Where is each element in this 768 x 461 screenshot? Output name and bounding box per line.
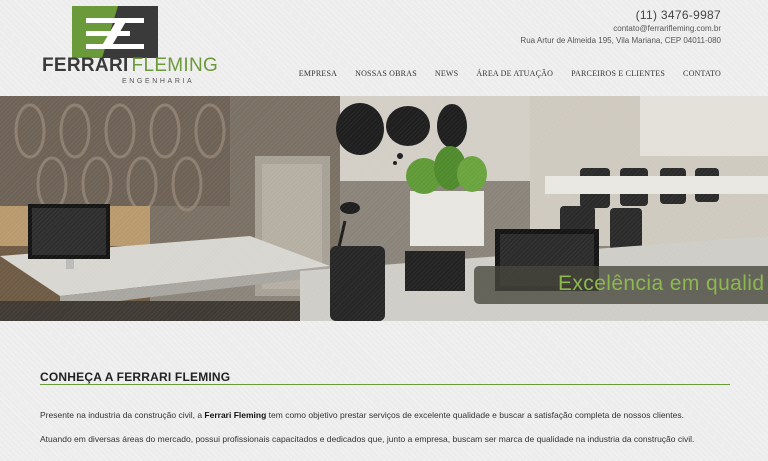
about-divider <box>40 384 730 385</box>
nav-item-news[interactable]: NEWS <box>435 69 458 78</box>
hero-banner[interactable]: Excelência em qualid <box>0 96 768 321</box>
address-text: Rua Artur de Almeida 195, Vila Mariana, … <box>520 36 721 45</box>
about-p1-brand: Ferrari Fleming <box>204 410 267 420</box>
nav-item-nossas-obras[interactable]: NOSSAS OBRAS <box>355 69 417 78</box>
logo-subtitle: ENGENHARIA <box>122 78 195 85</box>
nav-item-parceiros-e-clientes[interactable]: PARCEIROS E CLIENTES <box>571 69 665 78</box>
contact-info: (11) 3476-9987 contato@ferrarifleming.co… <box>520 8 721 47</box>
nav-item-contato[interactable]: CONTATO <box>683 69 721 78</box>
about-p1-start: Presente na industria da construção civi… <box>40 410 205 420</box>
nav-item-empresa[interactable]: EMPRESA <box>299 69 337 78</box>
phone-number[interactable]: (11) 3476-9987 <box>520 8 721 23</box>
logo-wordmark: FERRARI FLEMING <box>42 56 218 76</box>
about-section: CONHEÇA A FERRARI FLEMING Presente na in… <box>0 321 768 461</box>
logo-mark-icon <box>72 6 158 58</box>
about-paragraph-1: Presente na industria da construção civi… <box>40 410 684 420</box>
nav-item-area-de-atuacao[interactable]: ÁREA DE ATUAÇÃO <box>476 69 553 78</box>
about-title: CONHEÇA A FERRARI FLEMING <box>40 370 231 384</box>
email-link[interactable]: contato@ferrarifleming.com.br <box>520 23 721 35</box>
site-header: FERRARI FLEMING ENGENHARIA (11) 3476-9987… <box>0 0 768 96</box>
logo-name-fleming: FLEMING <box>131 55 219 76</box>
main-nav: EMPRESA NOSSAS OBRAS NEWS ÁREA DE ATUAÇÃ… <box>281 69 721 78</box>
about-paragraph-2: Atuando em diversas áreas do mercado, po… <box>40 434 695 444</box>
hero-slogan: Excelência em qualid <box>558 272 765 295</box>
site-logo[interactable]: FERRARI FLEMING ENGENHARIA <box>40 4 218 88</box>
about-p1-end: tem como objetivo prestar serviços de ex… <box>266 410 684 420</box>
logo-name-ferrari: FERRARI <box>42 55 129 76</box>
